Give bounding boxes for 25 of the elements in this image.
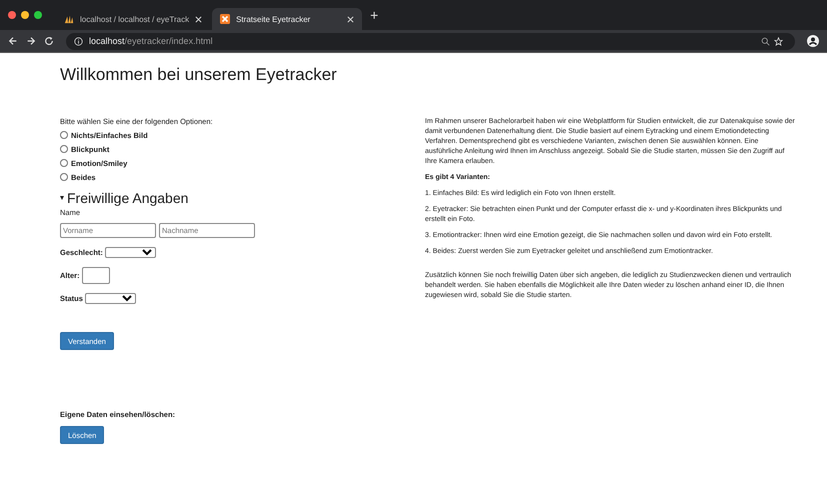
section-heading[interactable]: Freiwillige Angaben [67,190,188,206]
app-logo-icon [220,14,230,24]
radio-button[interactable] [60,159,68,167]
age-field[interactable] [82,267,110,284]
radio-button[interactable] [60,145,68,153]
reload-icon[interactable] [44,36,54,46]
profile-icon[interactable] [807,35,819,47]
radio-button[interactable] [60,131,68,139]
star-icon[interactable] [774,36,783,46]
radio-button[interactable] [60,173,68,181]
address-bar[interactable]: localhost/eyetracker/index.html [66,32,795,50]
forward-icon[interactable] [26,36,36,46]
zoom-icon[interactable] [761,36,770,46]
page-title: Willkommen bei unserem Eyetracker [60,65,337,85]
browser-tab[interactable]: Stratseite Eyetracker [212,8,362,30]
close-icon[interactable] [347,16,354,22]
gender-select[interactable] [104,247,156,258]
new-tab-button[interactable]: + [370,7,378,23]
disclosure-triangle-icon[interactable] [60,196,64,200]
status-select[interactable] [84,293,136,304]
browser-tab[interactable]: localhost / localhost / eyeTrack [56,8,210,30]
window-controls-icon[interactable] [8,11,42,19]
back-icon[interactable] [8,36,18,46]
close-icon[interactable] [195,16,202,22]
info-icon [74,36,83,46]
